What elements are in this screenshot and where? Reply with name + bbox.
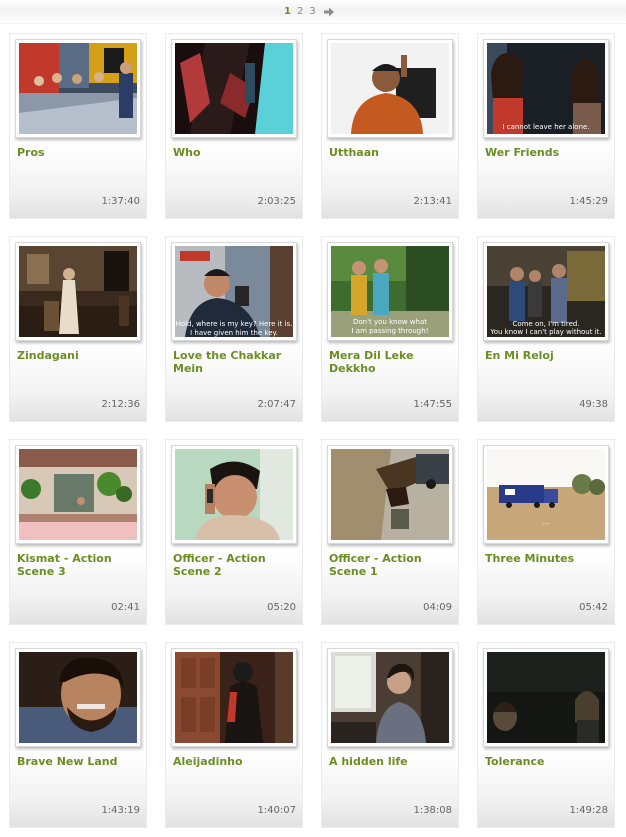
page-1-link[interactable]: 1 xyxy=(284,5,291,19)
video-duration: 1:37:40 xyxy=(101,196,140,207)
video-duration: 2:12:36 xyxy=(101,399,140,410)
video-card[interactable]: Zindagani 2:12:36 xyxy=(9,236,147,422)
video-caption: Don't you know what xyxy=(353,318,427,326)
video-caption: You know I can't play without it. xyxy=(489,328,601,336)
video-title[interactable]: Zindagani xyxy=(17,349,141,362)
thumbnail-frame[interactable]: Come on, I'm tired. You know I can't pla… xyxy=(483,242,609,341)
thumbnail-frame[interactable] xyxy=(327,648,453,747)
thumbnail-frame[interactable] xyxy=(15,39,141,138)
thumbnail-frame[interactable] xyxy=(171,648,297,747)
video-thumbnail[interactable] xyxy=(175,43,293,134)
top-bar: 1 2 3 xyxy=(0,0,626,24)
video-thumbnail[interactable] xyxy=(175,652,293,743)
video-thumbnail[interactable]: Come on, I'm tired. You know I can't pla… xyxy=(487,246,605,337)
thumbnail-frame[interactable] xyxy=(483,648,609,747)
video-title[interactable]: Aleijadinho xyxy=(173,755,297,768)
video-duration: 1:45:29 xyxy=(569,196,608,207)
video-duration: 49:38 xyxy=(579,399,608,410)
thumbnail-frame[interactable] xyxy=(171,39,297,138)
video-card[interactable]: Officer - Action Scene 2 05:20 xyxy=(165,439,303,625)
video-caption: ... xyxy=(543,518,550,526)
video-duration: 2:13:41 xyxy=(413,196,452,207)
video-duration: 04:09 xyxy=(423,602,452,613)
video-title[interactable]: Kismat - Action Scene 3 xyxy=(17,552,141,578)
video-caption: I am passing through! xyxy=(351,327,428,335)
video-title[interactable]: Officer - Action Scene 2 xyxy=(173,552,297,578)
video-title[interactable]: En Mi Reloj xyxy=(485,349,609,362)
video-title[interactable]: Love the Chakkar Mein xyxy=(173,349,297,375)
video-thumbnail[interactable] xyxy=(19,449,137,540)
video-thumbnail[interactable]: ... xyxy=(487,449,605,540)
video-title[interactable]: Tolerance xyxy=(485,755,609,768)
thumbnail-frame[interactable]: ... xyxy=(483,445,609,544)
page-2-link[interactable]: 2 xyxy=(297,5,303,19)
thumbnail-frame[interactable] xyxy=(327,39,453,138)
thumbnail-frame[interactable] xyxy=(15,648,141,747)
video-card[interactable]: Pros 1:37:40 xyxy=(9,33,147,219)
video-thumbnail[interactable]: I cannot leave her alone. xyxy=(487,43,605,134)
video-thumbnail[interactable] xyxy=(331,43,449,134)
video-duration: 05:20 xyxy=(267,602,296,613)
thumbnail-frame[interactable] xyxy=(171,445,297,544)
video-duration: 2:07:47 xyxy=(257,399,296,410)
video-card[interactable]: Brave New Land 1:43:19 xyxy=(9,642,147,828)
video-card[interactable]: ... Three Minutes 05:42 xyxy=(477,439,615,625)
video-thumbnail[interactable] xyxy=(331,449,449,540)
video-card[interactable]: Utthaan 2:13:41 xyxy=(321,33,459,219)
video-caption: I cannot leave her alone. xyxy=(502,123,589,131)
video-card[interactable]: Aleijadinho 1:40:07 xyxy=(165,642,303,828)
video-title[interactable]: Who xyxy=(173,146,297,159)
video-title[interactable]: Pros xyxy=(17,146,141,159)
video-thumbnail[interactable] xyxy=(19,246,137,337)
video-card[interactable]: I cannot leave her alone. Wer Friends 1:… xyxy=(477,33,615,219)
video-title[interactable]: Utthaan xyxy=(329,146,453,159)
page-3-link[interactable]: 3 xyxy=(309,5,315,19)
video-title[interactable]: Wer Friends xyxy=(485,146,609,159)
thumbnail-frame[interactable] xyxy=(15,445,141,544)
video-card[interactable]: Officer - Action Scene 1 04:09 xyxy=(321,439,459,625)
video-card[interactable]: A hidden life 1:38:08 xyxy=(321,642,459,828)
thumbnail-frame[interactable]: Don't you know what I am passing through… xyxy=(327,242,453,341)
video-card[interactable]: Kismat - Action Scene 3 02:41 xyxy=(9,439,147,625)
video-thumbnail[interactable] xyxy=(331,652,449,743)
video-caption: Come on, I'm tired. xyxy=(512,320,579,328)
pagination: 1 2 3 xyxy=(284,5,335,19)
video-thumbnail[interactable]: Don't you know what I am passing through… xyxy=(331,246,449,337)
video-card[interactable]: Hold, where is my key? Here it is. I hav… xyxy=(165,236,303,422)
video-duration: 05:42 xyxy=(579,602,608,613)
video-duration: 02:41 xyxy=(111,602,140,613)
thumbnail-frame[interactable]: I cannot leave her alone. xyxy=(483,39,609,138)
video-card[interactable]: Tolerance 1:49:28 xyxy=(477,642,615,828)
video-card[interactable]: Don't you know what I am passing through… xyxy=(321,236,459,422)
video-duration: 1:38:08 xyxy=(413,805,452,816)
video-duration: 1:49:28 xyxy=(569,805,608,816)
thumbnail-frame[interactable] xyxy=(327,445,453,544)
video-duration: 1:43:19 xyxy=(101,805,140,816)
video-caption: Hold, where is my key? Here it is. xyxy=(176,320,293,328)
video-thumbnail[interactable]: Hold, where is my key? Here it is. I hav… xyxy=(175,246,293,337)
video-title[interactable]: Officer - Action Scene 1 xyxy=(329,552,453,578)
video-card[interactable]: Come on, I'm tired. You know I can't pla… xyxy=(477,236,615,422)
video-thumbnail[interactable] xyxy=(19,43,137,134)
video-duration: 1:47:55 xyxy=(413,399,452,410)
video-caption: I have given him the key. xyxy=(190,329,278,337)
video-title[interactable]: Brave New Land xyxy=(17,755,141,768)
video-grid: Pros 1:37:40 Who 2:03:25 Utthaan 2:13:41… xyxy=(9,33,615,828)
thumbnail-frame[interactable] xyxy=(15,242,141,341)
arrow-right-icon[interactable] xyxy=(323,6,335,18)
video-title[interactable]: Three Minutes xyxy=(485,552,609,565)
video-duration: 2:03:25 xyxy=(257,196,296,207)
video-thumbnail[interactable] xyxy=(175,449,293,540)
video-thumbnail[interactable] xyxy=(487,652,605,743)
video-title[interactable]: A hidden life xyxy=(329,755,453,768)
video-duration: 1:40:07 xyxy=(257,805,296,816)
video-title[interactable]: Mera Dil Leke Dekkho xyxy=(329,349,453,375)
video-card[interactable]: Who 2:03:25 xyxy=(165,33,303,219)
thumbnail-frame[interactable]: Hold, where is my key? Here it is. I hav… xyxy=(171,242,297,341)
video-thumbnail[interactable] xyxy=(19,652,137,743)
